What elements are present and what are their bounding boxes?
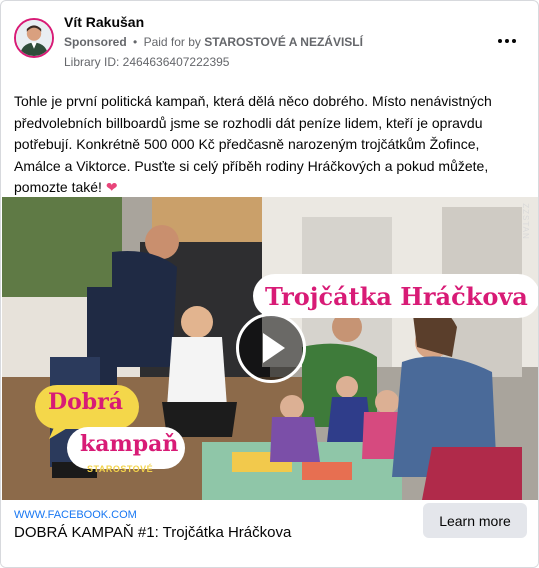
page-avatar[interactable]	[14, 18, 54, 58]
sponsor-line: Sponsored • Paid for by STAROSTOVÉ A NEZ…	[64, 35, 363, 49]
video-watermark: ZZSTAN	[519, 203, 533, 243]
badge-line-2: kampaň	[80, 431, 179, 457]
more-dot	[512, 39, 516, 43]
meta-separator: •	[133, 35, 138, 49]
play-icon	[263, 333, 285, 363]
more-dot	[498, 39, 502, 43]
avatar-photo	[16, 20, 52, 56]
badge-line-1: Dobrá	[48, 389, 123, 415]
video-thumbnail[interactable]: ZZSTAN Trojčátka Hráčkova Dobrá kampaň S…	[2, 197, 538, 500]
video-title-text: Trojčátka Hráčkova	[265, 281, 528, 311]
link-domain[interactable]: WWW.FACEBOOK.COM	[14, 509, 137, 521]
campaign-badge: Dobrá kampaň	[31, 381, 189, 473]
library-id: Library ID: 2464636407222395	[64, 55, 230, 69]
link-footer[interactable]: WWW.FACEBOOK.COM DOBRÁ KAMPAŇ #1: Trojčá…	[1, 500, 538, 567]
link-headline[interactable]: DOBRÁ KAMPAŇ #1: Trojčátka Hráčkova	[14, 524, 291, 541]
ad-card: Vít Rakušan Sponsored • Paid for by STAR…	[0, 0, 539, 568]
more-options-icon[interactable]	[494, 31, 520, 51]
page-name[interactable]: Vít Rakušan	[64, 14, 144, 30]
badge-brand: STAROSTOVÉ	[87, 464, 154, 474]
learn-more-button[interactable]: Learn more	[423, 503, 527, 538]
video-title-overlay: Trojčátka Hráčkova	[253, 274, 538, 318]
paid-for-prefix: Paid for by	[143, 35, 201, 49]
more-dot	[505, 39, 509, 43]
play-button[interactable]	[236, 313, 306, 383]
post-body: Tohle je první politická kampaň, která d…	[14, 93, 492, 195]
heart-emoji: ❤	[105, 179, 118, 195]
paid-for-name[interactable]: STAROSTOVÉ A NEZÁVISLÍ	[204, 35, 363, 49]
sponsored-label: Sponsored	[64, 35, 127, 49]
post-text: Tohle je první politická kampaň, která d…	[14, 91, 524, 199]
watermark-text: ZZSTAN	[520, 203, 530, 240]
